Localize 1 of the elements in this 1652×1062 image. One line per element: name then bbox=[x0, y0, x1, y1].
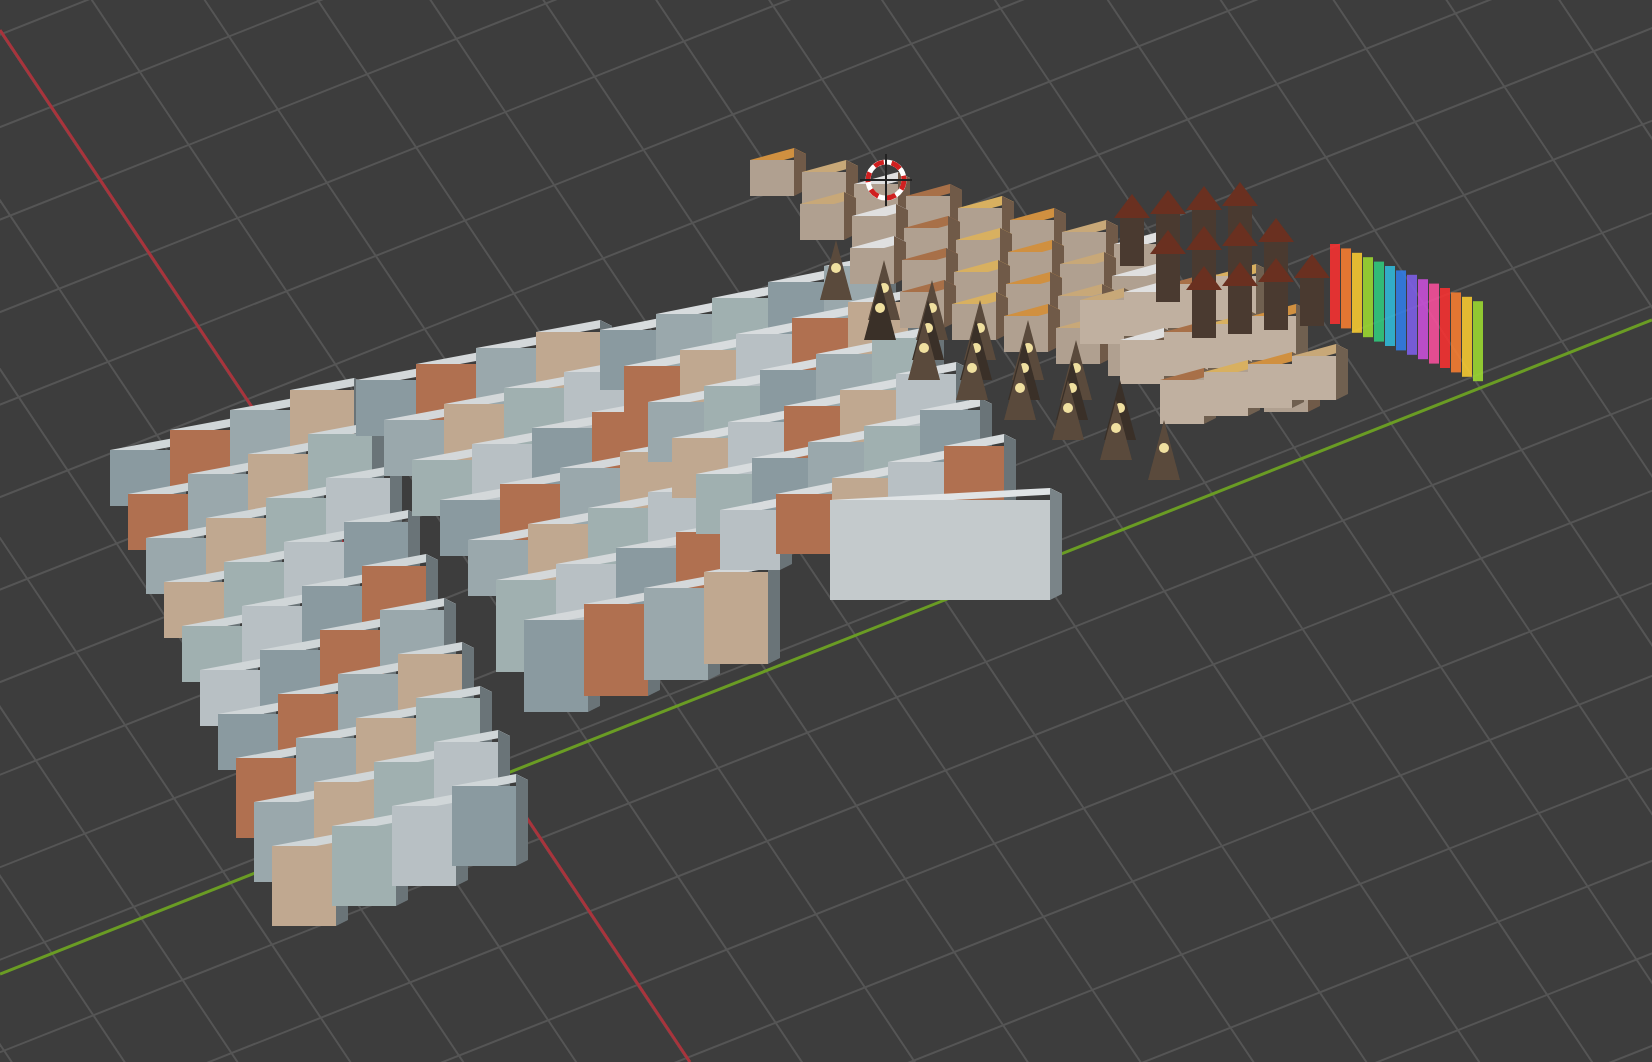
3d-cursor-icon[interactable] bbox=[859, 153, 913, 207]
